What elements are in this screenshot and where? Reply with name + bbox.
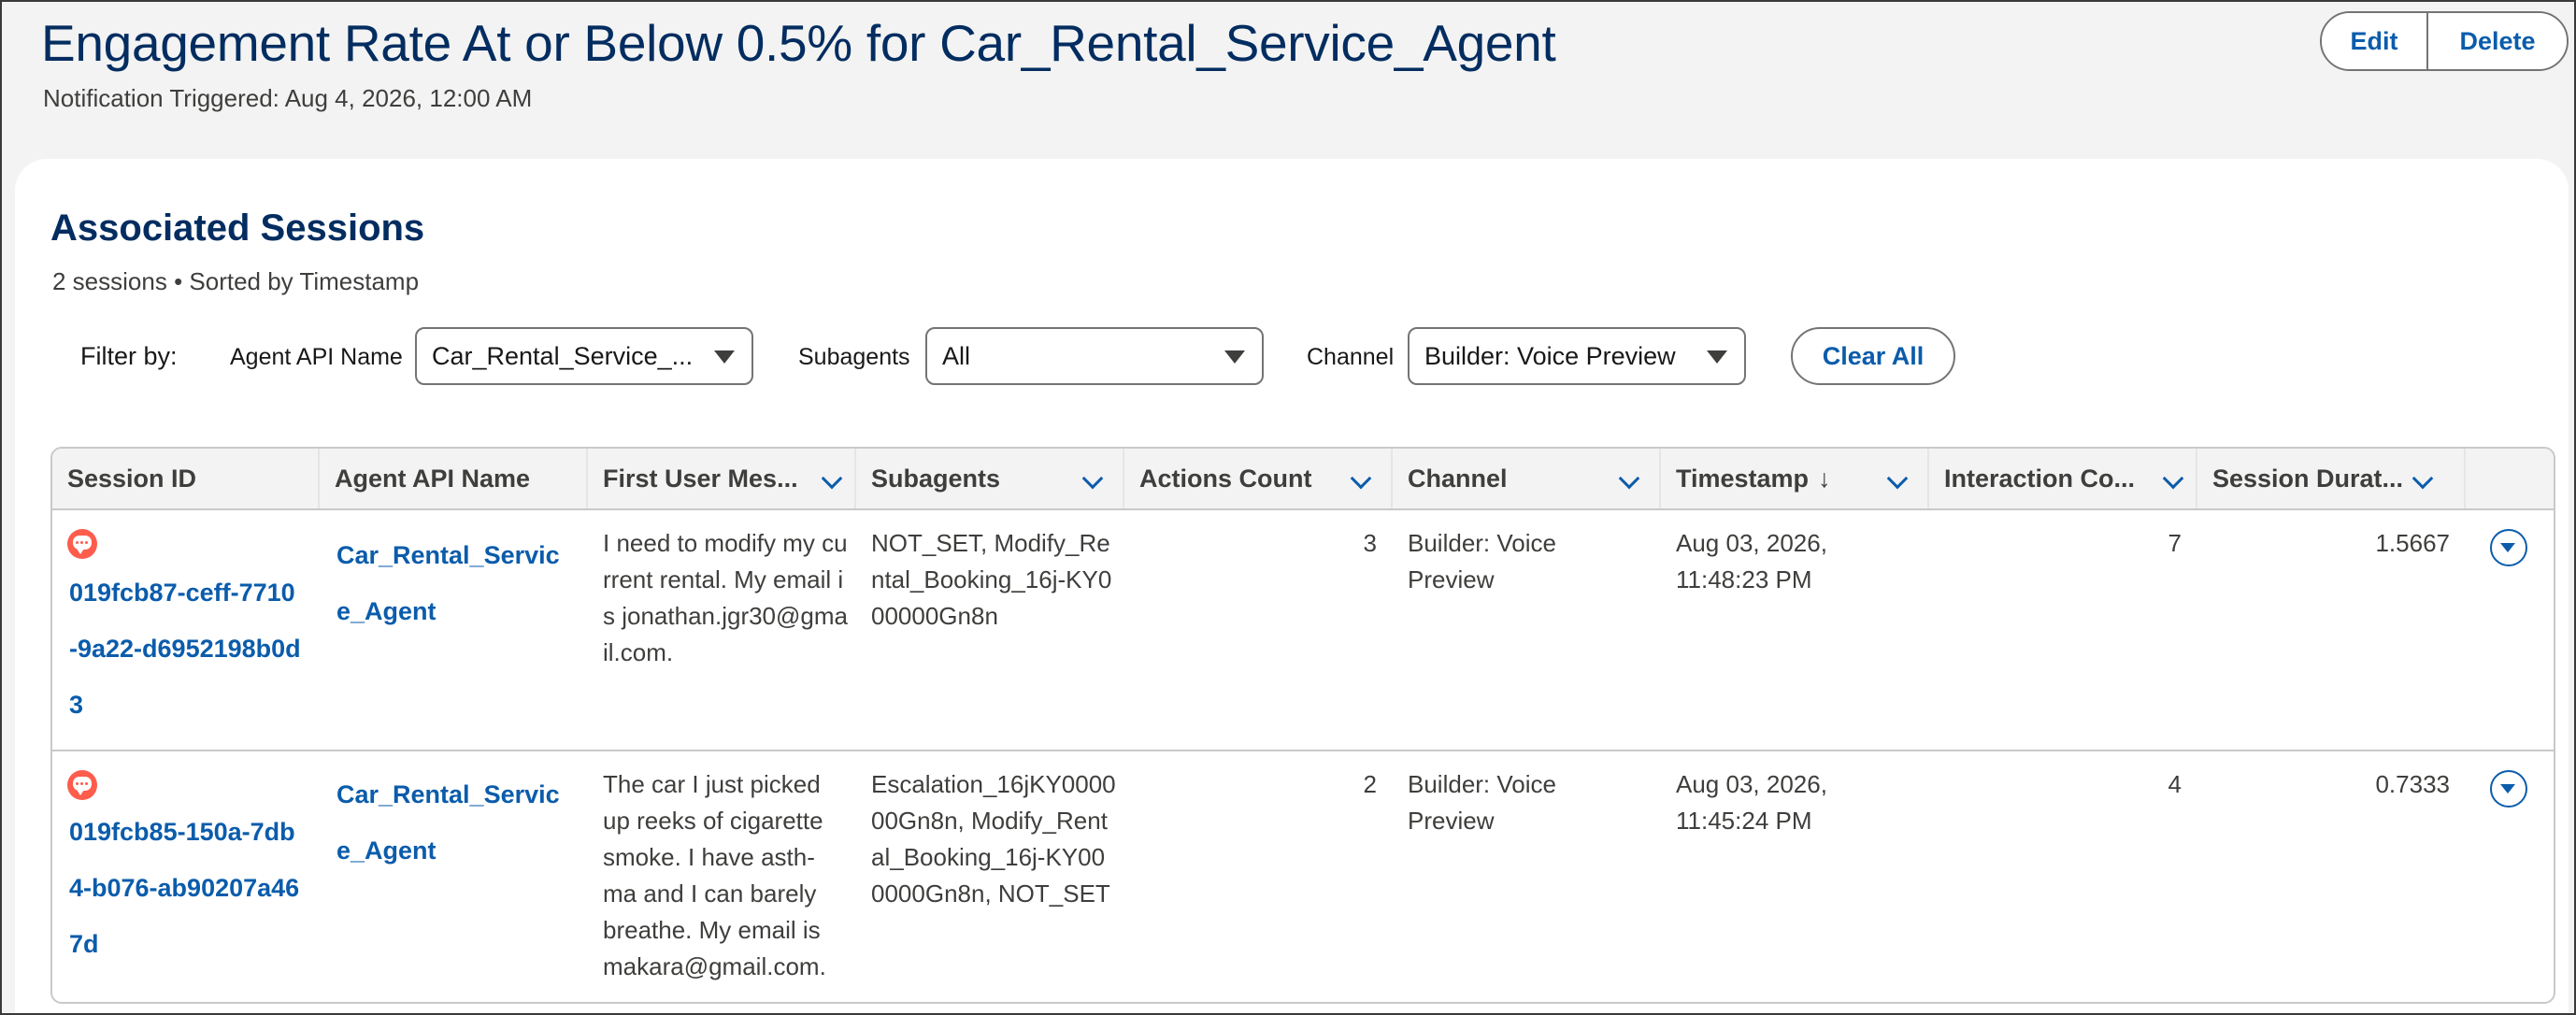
chevron-down-icon[interactable] — [1618, 467, 1640, 490]
channel-filter-label: Channel — [1307, 344, 1395, 370]
caret-down-icon — [1224, 350, 1245, 364]
subagents-filter[interactable]: All — [925, 327, 1264, 385]
column-header-interaction-count[interactable]: Interaction Co... — [1929, 449, 2197, 508]
chevron-down-icon[interactable] — [1350, 467, 1372, 490]
sort-descending-icon: ↓ — [1818, 464, 1831, 493]
subagents-filter-label: Subagents — [798, 344, 910, 370]
table-row: 019fcb87-ceff-7710-9a22-d6952198b0d3 Car… — [52, 510, 2554, 751]
table-row: 019fcb85-150a-7db4-b076-ab90207a467d Car… — [52, 751, 2554, 1002]
subagents-value: Escalation_16jKY000000Gn8n, Modify_Renta… — [871, 770, 1116, 908]
row-actions-dropdown-icon[interactable] — [2490, 529, 2527, 566]
session-id-link[interactable]: 019fcb87-ceff-7710-9a22-d6952198b0d3 — [69, 565, 303, 733]
agent-api-name-filter-value: Car_Rental_Service_... — [432, 341, 694, 370]
session-id-link[interactable]: 019fcb85-150a-7db4-b076-ab90207a467d — [69, 804, 303, 972]
row-actions-dropdown-icon[interactable] — [2490, 770, 2527, 808]
edit-button[interactable]: Edit — [2322, 13, 2428, 69]
column-header-actions — [2466, 449, 2554, 508]
timestamp-value: Aug 03, 2026, 11:48:23 PM — [1676, 529, 1827, 593]
channel-value: Builder: Voice Preview — [1408, 770, 1556, 835]
subagents-filter-value: All — [942, 341, 971, 370]
column-header-actions-count[interactable]: Actions Count — [1124, 449, 1393, 508]
agent-api-name-link[interactable]: Car_Rental_Service_Agent — [336, 766, 570, 879]
channel-filter[interactable]: Builder: Voice Preview — [1408, 327, 1746, 385]
column-header-session-id: Session ID — [52, 449, 320, 508]
column-header-channel[interactable]: Channel — [1393, 449, 1661, 508]
header-button-group: Edit Delete — [2320, 11, 2569, 71]
interaction-count-value: 4 — [2168, 770, 2182, 798]
first-user-message: I need to modify my current rental. My e… — [603, 529, 848, 666]
actions-count-value: 3 — [1363, 529, 1377, 557]
session-duration-value: 1.5667 — [2375, 529, 2450, 557]
column-header-subagents[interactable]: Subagents — [856, 449, 1124, 508]
chevron-down-icon[interactable] — [1886, 467, 1909, 490]
table-header: Session ID Agent API Name First User Mes… — [52, 449, 2554, 510]
clear-all-button[interactable]: Clear All — [1791, 327, 1955, 385]
chat-session-icon — [67, 770, 97, 800]
actions-count-value: 2 — [1363, 770, 1377, 798]
page-header: Engagement Rate At or Below 0.5% for Car… — [2, 2, 2574, 159]
chevron-down-icon[interactable] — [2162, 467, 2184, 490]
chat-session-icon — [67, 529, 97, 559]
channel-value: Builder: Voice Preview — [1408, 529, 1556, 593]
agent-api-name-filter-label: Agent API Name — [230, 344, 403, 370]
caret-down-icon — [1707, 350, 1727, 364]
filter-by-label: Filter by: — [80, 342, 178, 370]
delete-button[interactable]: Delete — [2428, 13, 2567, 69]
sessions-meta: 2 sessions • Sorted by Timestamp — [52, 267, 420, 295]
column-header-timestamp[interactable]: Timestamp ↓ — [1661, 449, 1929, 508]
notification-triggered: Notification Triggered: Aug 4, 2026, 12:… — [43, 84, 533, 112]
agent-api-name-link[interactable]: Car_Rental_Service_Agent — [336, 527, 570, 639]
sessions-table: Session ID Agent API Name First User Mes… — [50, 447, 2555, 1004]
column-header-session-duration[interactable]: Session Durat... — [2197, 449, 2466, 508]
sessions-card: Associated Sessions 2 sessions • Sorted … — [15, 159, 2569, 1013]
caret-down-icon — [714, 350, 735, 364]
section-title: Associated Sessions — [50, 207, 425, 249]
channel-filter-value: Builder: Voice Preview — [1424, 341, 1676, 370]
subagents-value: NOT_SET, Modify_Rental_Booking_16j-KY000… — [871, 529, 1112, 630]
timestamp-value: Aug 03, 2026, 11:45:24 PM — [1676, 770, 1827, 835]
interaction-count-value: 7 — [2168, 529, 2182, 557]
page-title: Engagement Rate At or Below 0.5% for Car… — [41, 14, 1556, 72]
chevron-down-icon[interactable] — [1081, 467, 1104, 490]
session-duration-value: 0.7333 — [2375, 770, 2450, 798]
chevron-down-icon[interactable] — [2411, 467, 2434, 490]
column-header-first-user-message[interactable]: First User Mes... — [588, 449, 856, 508]
agent-api-name-filter[interactable]: Car_Rental_Service_... — [415, 327, 753, 385]
chevron-down-icon[interactable] — [821, 467, 843, 490]
column-header-agent-api-name: Agent API Name — [320, 449, 588, 508]
first-user-message: The car I just picked up reeks of cigare… — [603, 770, 826, 980]
